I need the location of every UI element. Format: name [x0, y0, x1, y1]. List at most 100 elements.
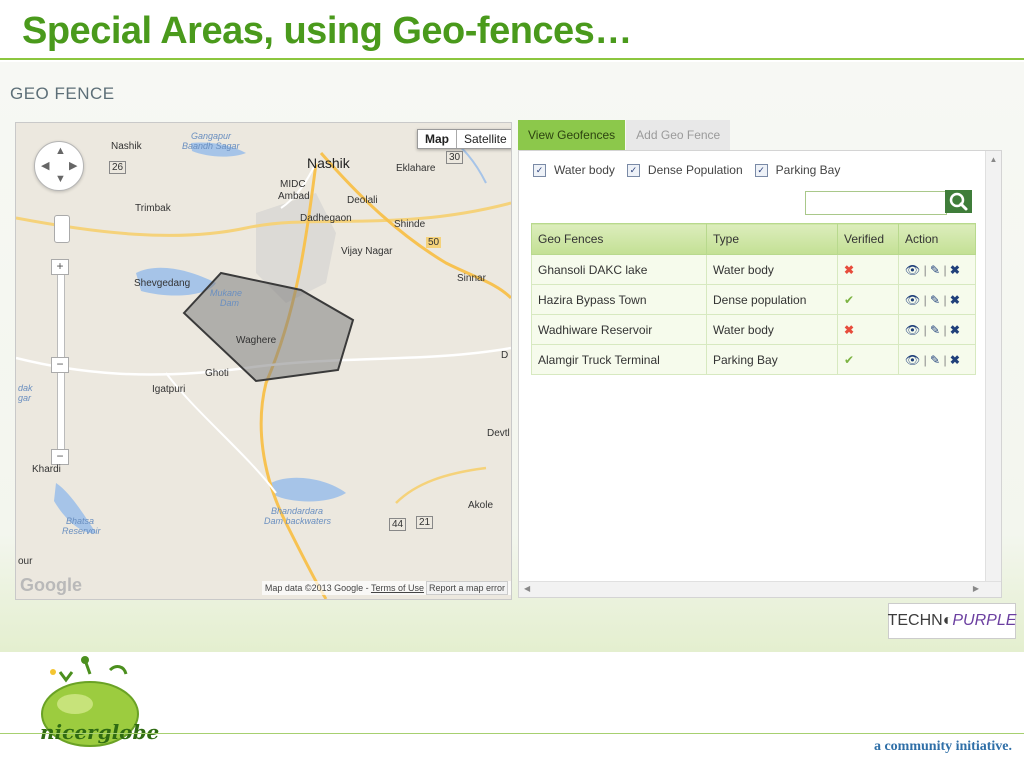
edit-icon[interactable]: ✎ [930, 263, 940, 277]
parking-bay-checkbox[interactable]: ✓ [754, 163, 768, 177]
map-type-satellite[interactable]: Satellite [457, 130, 511, 148]
street-view-pegman-icon[interactable] [54, 215, 70, 243]
edit-icon[interactable]: ✎ [930, 353, 940, 367]
map-label: Bhatsa [66, 516, 95, 526]
zoom-in-button[interactable]: + [51, 259, 69, 275]
action-separator: | [943, 292, 947, 307]
highway-shield: 50 [426, 237, 442, 248]
logo-text: nicerglobe [40, 720, 160, 744]
view-icon[interactable]: 👁 [905, 353, 920, 367]
map-label: MIDC [280, 179, 306, 190]
action-separator: | [923, 352, 927, 367]
map-label: Nashik [111, 141, 142, 152]
technopurple-logo: TECHN ◐ PURPLE [888, 603, 1016, 639]
pan-right-icon[interactable]: ▶ [69, 159, 77, 172]
map-label: Deolali [347, 195, 378, 206]
map-label: D [501, 350, 509, 361]
dense-population-checkbox[interactable]: ✓ [626, 163, 640, 177]
table-row[interactable]: Ghansoli DAKC lake Water body ✖ 👁 | ✎ | … [531, 254, 976, 285]
map-label: Devtl [487, 428, 510, 439]
search-input[interactable] [805, 191, 947, 215]
map-attribution: Map data ©2013 Google - Terms of Use Repo… [261, 581, 511, 595]
pan-up-icon[interactable]: ▲ [55, 145, 66, 157]
map-type-map[interactable]: Map [418, 130, 457, 148]
scroll-up-icon[interactable]: ▲ [986, 155, 1001, 164]
map-label: Waghere [236, 335, 277, 346]
highway-shield: 26 [109, 161, 127, 174]
row-actions: 👁 | ✎ | ✖ [898, 344, 976, 375]
map-view[interactable]: Map Satellite ▲ ◀ ▶ ▼ + − − Nashik Ganga… [15, 122, 512, 600]
column-header[interactable]: Type [706, 223, 838, 255]
highway-shield: 44 [389, 518, 407, 531]
highway-shield: 21 [416, 516, 434, 529]
edit-icon[interactable]: ✎ [930, 293, 940, 307]
vertical-scrollbar[interactable]: ▲ [985, 151, 1001, 581]
edit-icon[interactable]: ✎ [930, 323, 940, 337]
zoom-out-button[interactable]: − [51, 449, 69, 465]
water-body-checkbox[interactable]: ✓ [533, 163, 546, 177]
horizontal-scrollbar[interactable]: ◀ ▶ [519, 581, 1001, 597]
map-label: our [18, 556, 33, 567]
footer-divider [0, 733, 1024, 734]
action-separator: | [923, 262, 927, 277]
highway-shield: 30 [446, 151, 464, 164]
panel-heading: GEO FENCE [10, 84, 115, 103]
view-icon[interactable]: 👁 [905, 263, 920, 277]
map-label: Trimbak [135, 203, 171, 214]
geofence-tabs: View Geofences Add Geo Fence [518, 120, 731, 150]
map-label: Ambad [278, 191, 310, 202]
action-separator: | [943, 262, 947, 277]
map-label: Eklahare [396, 163, 436, 174]
view-icon[interactable]: 👁 [905, 323, 920, 337]
delete-icon[interactable]: ✖ [950, 293, 960, 307]
filter-label: Dense Population [647, 163, 743, 177]
map-type-control: Map Satellite [417, 129, 511, 149]
pan-down-icon[interactable]: ▼ [55, 173, 66, 185]
geofence-name: Ghansoli DAKC lake [531, 254, 707, 285]
map-label: Shinde [394, 219, 426, 230]
map-label: Nashik [307, 155, 350, 171]
filter-label: Water body [554, 163, 615, 177]
terms-of-use-link[interactable]: Terms of Use [371, 583, 424, 593]
scroll-left-icon[interactable]: ◀ [524, 584, 530, 593]
action-separator: | [923, 322, 927, 337]
geofence-list-view: ✓ Water body ✓ Dense Population ✓ Parkin… [518, 150, 1002, 598]
tab-view-geofences[interactable]: View Geofences [518, 120, 626, 150]
title-divider [0, 58, 1024, 60]
map-label: Gangapur [191, 131, 232, 141]
map-label: Baandh Sagar [182, 141, 240, 151]
report-map-error-link[interactable]: Report a map error [425, 581, 508, 595]
delete-icon[interactable]: ✖ [950, 353, 960, 367]
delete-icon[interactable]: ✖ [950, 323, 960, 337]
table-row[interactable]: Wadhiware Reservoir Water body ✖ 👁 | ✎ |… [531, 314, 976, 345]
zoom-slider-handle[interactable]: − [51, 357, 69, 373]
pan-left-icon[interactable]: ◀ [41, 159, 49, 172]
pan-control[interactable]: ▲ ◀ ▶ ▼ [34, 141, 84, 191]
not-verified-icon: ✖ [837, 254, 899, 285]
map-label: Akole [468, 500, 494, 511]
row-actions: 👁 | ✎ | ✖ [898, 254, 976, 285]
search-icon [949, 192, 968, 211]
table-row[interactable]: Hazira Bypass Town Dense population ✔ 👁 … [531, 284, 976, 315]
tab-add-geo-fence[interactable]: Add Geo Fence [626, 120, 731, 150]
map-label: Ghoti [205, 368, 229, 379]
delete-icon[interactable]: ✖ [950, 263, 960, 277]
row-actions: 👁 | ✎ | ✖ [898, 284, 976, 315]
scroll-right-icon[interactable]: ▶ [973, 584, 979, 593]
type-filters: ✓ Water body ✓ Dense Population ✓ Parkin… [533, 163, 852, 177]
map-label: Khardi [32, 464, 61, 475]
geofence-name: Wadhiware Reservoir [531, 314, 707, 345]
verified-check-icon: ✔ [837, 284, 899, 315]
geofence-name: Hazira Bypass Town [531, 284, 707, 315]
column-header[interactable]: Geo Fences [531, 223, 707, 255]
map-label: Bhandardara [271, 506, 324, 516]
logo-mark-icon: ◐ [942, 612, 953, 629]
view-icon[interactable]: 👁 [905, 293, 920, 307]
table-row[interactable]: Alamgir Truck Terminal Parking Bay ✔ 👁 |… [531, 344, 976, 375]
map-label: Shevgedang [134, 278, 191, 289]
slide-title: Special Areas, using Geo-fences… [22, 10, 632, 52]
column-header[interactable]: Verified [837, 223, 899, 255]
filter-label: Parking Bay [775, 163, 841, 177]
action-separator: | [943, 352, 947, 367]
search-button[interactable] [945, 190, 972, 213]
